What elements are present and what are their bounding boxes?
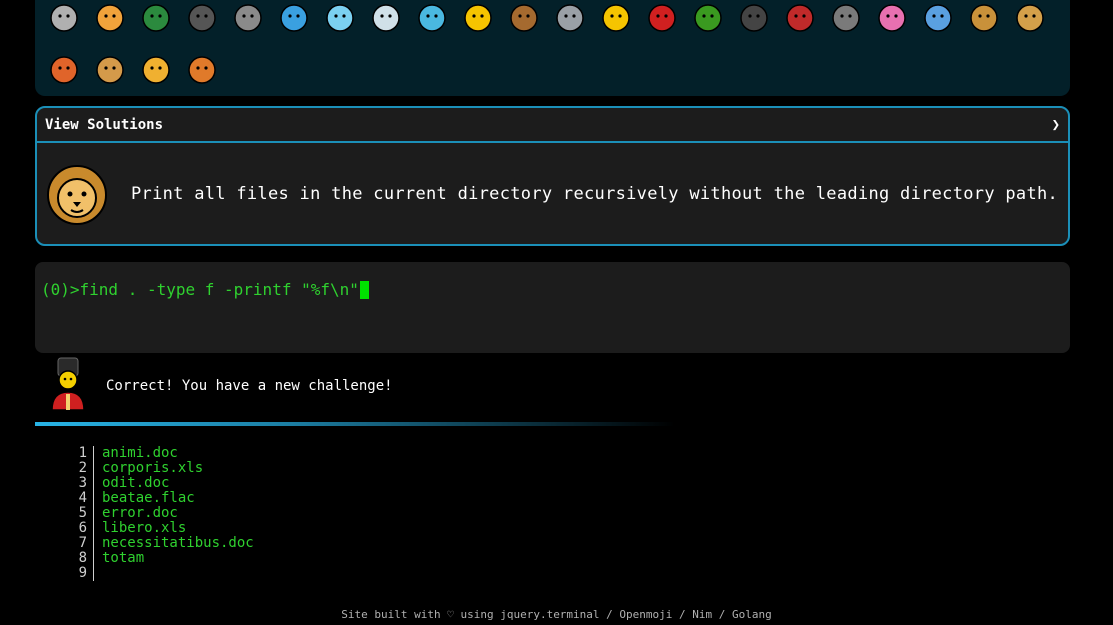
file-name: error.doc	[102, 505, 178, 521]
wolf-icon[interactable]	[547, 0, 593, 36]
output-listing: 1 animi.doc 2 corporis.xls 3 odit.doc 4 beatae.…	[60, 446, 254, 581]
line-number: 5	[60, 506, 94, 521]
listing-line: 3 odit.doc	[60, 476, 254, 491]
challenge-text: Print all files in the current directory…	[131, 183, 1059, 204]
listing-line: 6 libero.xls	[60, 521, 254, 536]
command-line[interactable]: (0)> find . -type f -printf "%f\n"	[41, 280, 369, 299]
line-number: 9	[60, 566, 94, 581]
animal-picker-panel	[35, 0, 1070, 96]
lion-icon	[47, 164, 107, 225]
ant-icon[interactable]	[179, 0, 225, 36]
line-number: 3	[60, 476, 94, 491]
file-name: necessitatibus.doc	[102, 535, 254, 551]
chevron-right-icon: ❯	[1051, 116, 1060, 133]
line-number: 8	[60, 551, 94, 566]
ladybug-icon[interactable]	[639, 0, 685, 36]
animal-row-2	[41, 50, 225, 88]
worm-icon[interactable]	[869, 0, 915, 36]
microbe-icon[interactable]	[915, 0, 961, 36]
shark-icon[interactable]	[363, 0, 409, 36]
spider-icon[interactable]	[731, 0, 777, 36]
listing-line: 5 error.doc	[60, 506, 254, 521]
dog-icon[interactable]	[1007, 0, 1053, 36]
file-name: beatae.flac	[102, 490, 195, 506]
listing-line: 1 animi.doc	[60, 446, 254, 461]
listing-line: 7 necessitatibus.doc	[60, 536, 254, 551]
spider-web-icon[interactable]	[225, 0, 271, 36]
bee-icon[interactable]	[593, 0, 639, 36]
lion-icon[interactable]	[133, 50, 179, 88]
line-number: 7	[60, 536, 94, 551]
prompt: (0)>	[41, 280, 80, 299]
line-number: 6	[60, 521, 94, 536]
fox-icon[interactable]	[41, 50, 87, 88]
footer: Site built with ♡ using jquery.terminal …	[341, 608, 772, 621]
file-name	[94, 566, 102, 581]
scorpion-icon[interactable]	[777, 0, 823, 36]
terminal[interactable]: (0)> find . -type f -printf "%f\n"	[35, 262, 1070, 353]
view-solutions-toggle[interactable]: View Solutions ❯	[37, 108, 1068, 143]
command-input[interactable]: find . -type f -printf "%f\n"	[80, 280, 359, 299]
tropical-fish-icon[interactable]	[455, 0, 501, 36]
cricket-icon[interactable]	[685, 0, 731, 36]
guard-icon	[51, 357, 85, 411]
tiger-icon[interactable]	[179, 50, 225, 88]
fish-icon[interactable]	[409, 0, 455, 36]
monkey-icon[interactable]	[961, 0, 1007, 36]
butterfly-icon[interactable]	[87, 0, 133, 36]
listing-line: 2 corporis.xls	[60, 461, 254, 476]
whale-icon[interactable]	[271, 0, 317, 36]
dolphin-icon[interactable]	[317, 0, 363, 36]
line-number: 4	[60, 491, 94, 506]
cat-icon[interactable]	[87, 50, 133, 88]
fly-icon[interactable]	[823, 0, 869, 36]
turtle-icon[interactable]	[501, 0, 547, 36]
file-name: libero.xls	[102, 520, 187, 536]
success-message: Correct! You have a new challenge!	[106, 378, 393, 394]
result-message: Correct! You have a new challenge!	[48, 356, 393, 412]
listing-line: 8 totam	[60, 551, 254, 566]
file-name: odit.doc	[102, 475, 170, 491]
solutions-title: View Solutions	[45, 116, 164, 133]
animal-row-1	[41, 0, 1053, 36]
file-name: animi.doc	[102, 445, 178, 461]
listing-line: 9	[60, 566, 254, 581]
terminal-cursor	[359, 280, 369, 299]
solutions-panel: View Solutions ❯ Print all files in the …	[35, 106, 1070, 246]
divider	[35, 422, 675, 426]
file-name: totam	[102, 550, 145, 566]
listing-line: 4 beatae.flac	[60, 491, 254, 506]
line-number: 2	[60, 461, 94, 476]
line-number: 1	[60, 446, 94, 461]
snail-icon[interactable]	[41, 0, 87, 36]
caterpillar-icon[interactable]	[133, 0, 179, 36]
file-name: corporis.xls	[102, 460, 204, 476]
